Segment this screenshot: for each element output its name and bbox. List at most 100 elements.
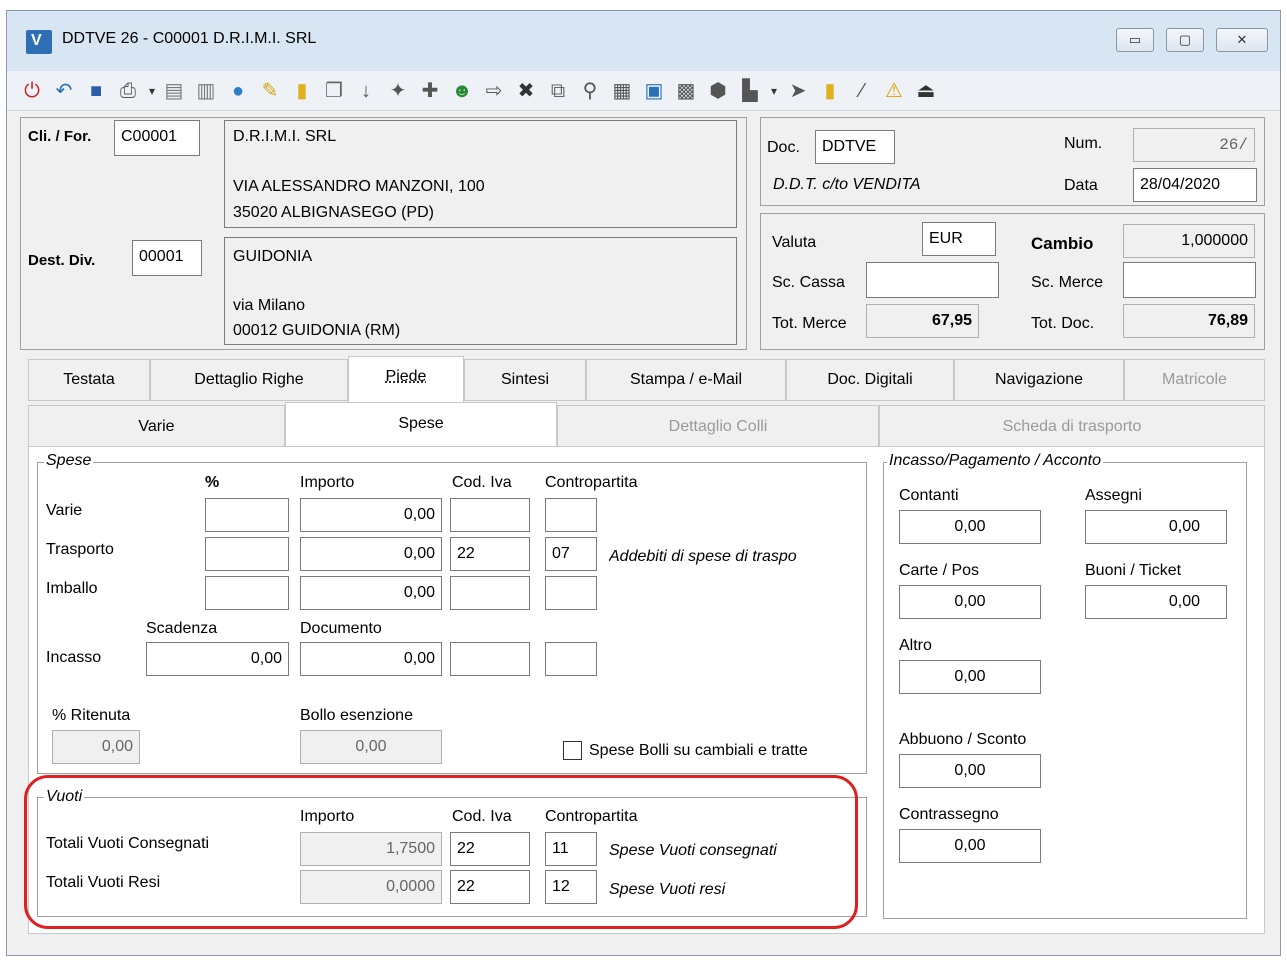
block-icon[interactable]: ▙ — [738, 79, 762, 103]
copy-icon[interactable]: ❐ — [322, 79, 346, 103]
tab-testata[interactable]: Testata — [28, 359, 150, 401]
incasso-group-title: Incasso/Pagamento / Acconto — [887, 452, 1103, 470]
varie-contro-field[interactable] — [545, 498, 597, 532]
print-icon[interactable]: ⎙ — [116, 79, 140, 103]
notes-icon[interactable]: ▣ — [642, 79, 666, 103]
ritenuta-label: % Ritenuta — [52, 707, 131, 724]
search-icon[interactable]: ⚲ — [578, 79, 602, 103]
imballo-pct-field[interactable] — [205, 576, 289, 610]
close-button[interactable]: ✕ — [1216, 28, 1268, 52]
duplicate-icon[interactable]: ⧉ — [546, 79, 570, 103]
varie-pct-field[interactable] — [205, 498, 289, 532]
folder-icon[interactable]: ▮ — [290, 79, 314, 103]
dest-name: GUIDONIA — [233, 248, 313, 265]
down-arrow-icon[interactable]: ↓ — [354, 79, 378, 103]
contanti-field[interactable]: 0,00 — [899, 510, 1041, 544]
cli-code-field[interactable]: C00001 — [114, 120, 200, 156]
exit-icon[interactable]: ⏏ — [914, 79, 938, 103]
pen-icon[interactable]: ⁄ — [850, 79, 874, 103]
trasporto-contro-field[interactable]: 07 — [545, 537, 597, 571]
bolli-checkbox[interactable] — [563, 741, 582, 760]
user-icon[interactable]: ☻ — [450, 79, 474, 103]
tab-sintesi[interactable]: Sintesi — [464, 359, 586, 401]
sc-cassa-label: Sc. Cassa — [772, 274, 845, 291]
contanti-label: Contanti — [899, 487, 959, 504]
arrow-icon[interactable]: ➤ — [786, 79, 810, 103]
col-pct-header: % — [205, 474, 220, 491]
subtab-dettaglio-colli: Dettaglio Colli — [557, 405, 879, 447]
tab-matricole: Matricole — [1124, 359, 1265, 401]
puzzle-icon[interactable]: ✚ — [418, 79, 442, 103]
doc-code-field[interactable]: DDTVE — [815, 130, 895, 164]
tab-dettaglio-righe[interactable]: Dettaglio Righe — [150, 359, 348, 401]
barcode-icon[interactable]: ▦ — [610, 79, 634, 103]
incasso-label: Incasso — [46, 649, 102, 666]
sc-merce-field[interactable] — [1123, 262, 1256, 298]
altro-field[interactable]: 0,00 — [899, 660, 1041, 694]
sc-cassa-field[interactable] — [866, 262, 999, 298]
delete-icon[interactable]: ✖ — [514, 79, 538, 103]
num-field: 26/ — [1133, 128, 1255, 162]
cli-address-line1: VIA ALESSANDRO MANZONI, 100 — [233, 178, 485, 195]
circle-icon[interactable]: ⬢ — [706, 79, 730, 103]
cambio-field: 1,000000 — [1123, 224, 1255, 258]
dropdown-icon[interactable]: ▾ — [762, 79, 786, 103]
buoni-field[interactable]: 0,00 — [1085, 585, 1227, 619]
trasporto-description: Addebiti di spese di traspo — [609, 548, 797, 565]
tab-piede[interactable]: Piede — [348, 356, 464, 402]
folder-icon[interactable]: ▮ — [818, 79, 842, 103]
open-icon[interactable]: ✎ — [258, 79, 282, 103]
minimize-button[interactable]: ▭ — [1116, 28, 1154, 52]
document-icon[interactable]: ▤ — [162, 79, 186, 103]
cli-name: D.R.I.M.I. SRL — [233, 128, 337, 145]
valuta-field[interactable]: EUR — [922, 222, 996, 256]
imballo-iva-field[interactable] — [450, 576, 530, 610]
tool-icon[interactable]: ✦ — [386, 79, 410, 103]
scadenza-label: Scadenza — [146, 620, 218, 637]
export-icon[interactable]: ⇨ — [482, 79, 506, 103]
subtab-varie[interactable]: Varie — [28, 405, 285, 447]
dropdown-icon[interactable]: ▾ — [140, 79, 164, 103]
abbuono-field[interactable]: 0,00 — [899, 754, 1041, 788]
carte-field[interactable]: 0,00 — [899, 585, 1041, 619]
data-field[interactable]: 28/04/2020 — [1133, 168, 1257, 202]
stamp-icon[interactable]: ▩ — [674, 79, 698, 103]
incasso-documento-field[interactable]: 0,00 — [300, 642, 442, 676]
dest-address-line2: 00012 GUIDONIA (RM) — [233, 322, 401, 339]
trasporto-importo-field[interactable]: 0,00 — [300, 537, 442, 571]
preview-icon[interactable]: ▥ — [194, 79, 218, 103]
imballo-label: Imballo — [46, 580, 98, 597]
col-importo-header: Importo — [300, 474, 355, 491]
vuoti-highlight-annotation — [24, 775, 858, 929]
incasso-iva-field[interactable] — [450, 642, 530, 676]
contrassegno-field[interactable]: 0,00 — [899, 829, 1041, 863]
col-contro-header: Contropartita — [545, 474, 638, 491]
imballo-contro-field[interactable] — [545, 576, 597, 610]
doc-description: D.D.T. c/to VENDITA — [773, 176, 921, 193]
incasso-contro-field[interactable] — [545, 642, 597, 676]
tab-stampa-email[interactable]: Stampa / e-Mail — [586, 359, 786, 401]
subtab-spese[interactable]: Spese — [285, 402, 557, 448]
trasporto-iva-field[interactable]: 22 — [450, 537, 530, 571]
assegni-field[interactable]: 0,00 — [1085, 510, 1227, 544]
globe-icon[interactable]: ● — [226, 79, 250, 103]
tab-doc-digitali[interactable]: Doc. Digitali — [786, 359, 954, 401]
varie-importo-field[interactable]: 0,00 — [300, 498, 442, 532]
tot-doc-label: Tot. Doc. — [1031, 315, 1095, 332]
tot-merce-label: Tot. Merce — [772, 315, 847, 332]
cambio-label: Cambio — [1031, 234, 1094, 253]
incasso-scadenza-field[interactable]: 0,00 — [146, 642, 289, 676]
maximize-button[interactable]: ▢ — [1166, 28, 1204, 52]
imballo-importo-field[interactable]: 0,00 — [300, 576, 442, 610]
trasporto-pct-field[interactable] — [205, 537, 289, 571]
dest-code-field[interactable]: 00001 — [132, 240, 202, 276]
tab-navigazione[interactable]: Navigazione — [954, 359, 1124, 401]
varie-iva-field[interactable] — [450, 498, 530, 532]
power-icon[interactable]: ⏻ — [20, 79, 44, 103]
dest-label: Dest. Div. — [28, 252, 96, 269]
carte-label: Carte / Pos — [899, 562, 980, 579]
warning-icon[interactable]: ⚠ — [882, 79, 906, 103]
undo-icon[interactable]: ↶ — [52, 79, 76, 103]
save-icon[interactable]: ■ — [84, 79, 108, 103]
bolli-checkbox-label: Spese Bolli su cambiali e tratte — [589, 742, 808, 759]
